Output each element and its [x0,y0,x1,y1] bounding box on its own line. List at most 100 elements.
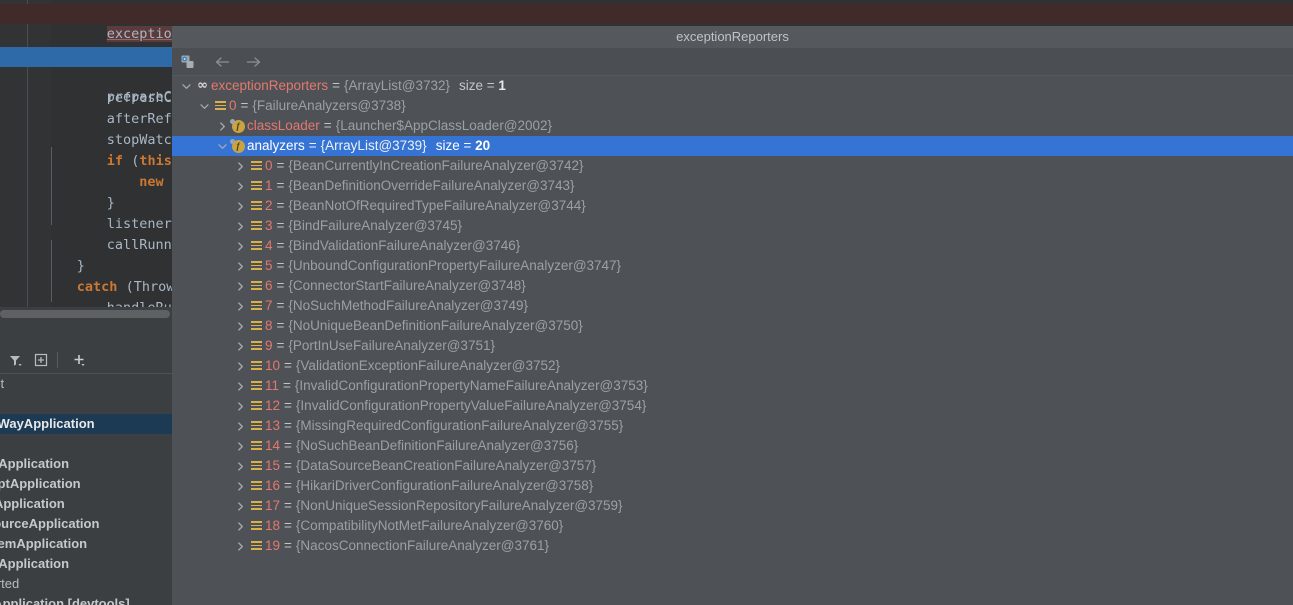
chevron-right-icon[interactable] [234,476,247,496]
chevron-down-icon[interactable] [216,136,229,156]
services-run-list-item[interactable]: ng [0,394,172,414]
variables-tree-row[interactable]: 19={NacosConnectionFailureAnalyzer@3761} [172,536,1293,556]
variables-tree-row[interactable]: 7={NoSuchMethodFailureAnalyzer@3749} [172,296,1293,316]
chevron-right-icon[interactable] [234,416,247,436]
variables-tree-row[interactable]: 11={InvalidConfigurationPropertyNameFail… [172,376,1293,396]
chevron-right-icon[interactable] [234,516,247,536]
services-run-list-item[interactable]: teWayApplication [0,414,172,434]
variables-tree-row[interactable]: 8={NoUniqueBeanDefinitionFailureAnalyzer… [172,316,1293,336]
variables-tree[interactable]: ∞exceptionReporters={ArrayList@3732}size… [172,76,1293,605]
variables-tree-row[interactable]: fclassLoader={Launcher$AppClassLoader@20… [172,116,1293,136]
services-run-list-item[interactable]: tarted [0,574,172,594]
services-run-list-item[interactable]: oot [0,374,172,394]
services-run-list-item[interactable]: eApplication [devtools] [0,594,172,605]
variable-value: {BeanDefinitionOverrideFailureAnalyzer@3… [288,176,574,196]
evaluate-expression-icon[interactable] [176,50,200,74]
size-value: 1 [495,78,506,93]
chevron-right-icon[interactable] [234,376,247,396]
variables-tree-row[interactable]: fanalyzers={ArrayList@3739}size = 20 [172,136,1293,156]
equals-sign: = [277,216,285,236]
chevron-right-icon[interactable] [234,336,247,356]
services-run-list[interactable]: ootngteWayApplicationedthApplicationuipt… [0,374,172,605]
variables-tree-row[interactable]: 17={NonUniqueSessionRepositoryFailureAna… [172,496,1293,516]
plus-icon[interactable] [68,349,90,371]
chevron-right-icon[interactable] [234,156,247,176]
arrow-right-icon[interactable] [241,50,265,74]
variable-name: 10 [265,356,280,376]
services-run-list-item[interactable]: ed [0,434,172,454]
chevron-right-icon[interactable] [234,176,247,196]
chevron-right-icon[interactable] [234,276,247,296]
add-window-icon[interactable] [30,349,52,371]
variable-value: {HikariDriverConfigurationFailureAnalyze… [296,476,593,496]
variables-tree-row[interactable]: 14={NoSuchBeanDefinitionFailureAnalyzer@… [172,436,1293,456]
variable-value: {NonUniqueSessionRepositoryFailureAnalyz… [296,496,623,516]
chevron-right-icon[interactable] [234,536,247,556]
chevron-right-icon[interactable] [234,456,247,476]
chevron-right-icon[interactable] [234,196,247,216]
services-run-list-item[interactable]: gApplication [0,494,172,514]
services-run-list-item[interactable]: stemApplication [0,534,172,554]
run-item-label: erApplication [0,554,69,574]
variable-name: 11 [265,376,279,396]
variable-value: {InvalidConfigurationPropertyNameFailure… [295,376,648,396]
row-type-icon [247,436,265,456]
arrow-left-icon[interactable] [210,50,234,74]
row-type-icon: f [229,136,247,156]
variables-tree-row[interactable]: 12={InvalidConfigurationPropertyValueFai… [172,396,1293,416]
equals-sign: = [277,156,285,176]
chevron-right-icon[interactable] [234,496,247,516]
variable-name: classLoader [247,116,320,136]
services-run-list-item[interactable]: erApplication [0,554,172,574]
filter-icon[interactable] [4,349,26,371]
chevron-right-icon[interactable] [234,356,247,376]
variables-tree-row[interactable]: 13={MissingRequiredConfigurationFailureA… [172,416,1293,436]
variables-tree-row[interactable]: 15={DataSourceBeanCreationFailureAnalyze… [172,456,1293,476]
row-type-icon [211,96,229,116]
variables-tree-row[interactable]: 1={BeanDefinitionOverrideFailureAnalyzer… [172,176,1293,196]
chevron-right-icon[interactable] [234,316,247,336]
variables-tree-row[interactable]: 5={UnboundConfigurationPropertyFailureAn… [172,256,1293,276]
variables-tree-row[interactable]: 3={BindFailureAnalyzer@3745} [172,216,1293,236]
variable-value: {NoUniqueBeanDefinitionFailureAnalyzer@3… [288,316,582,336]
row-type-icon [247,216,265,236]
variables-tree-row[interactable]: 0={BeanCurrentlyInCreationFailureAnalyze… [172,156,1293,176]
variables-tree-row[interactable]: 18={CompatibilityNotMetFailureAnalyzer@3… [172,516,1293,536]
equals-sign: = [277,316,285,336]
equals-sign: = [284,456,292,476]
variable-name: 6 [265,276,273,296]
variables-tree-row[interactable]: 4={BindValidationFailureAnalyzer@3746} [172,236,1293,256]
chevron-right-icon[interactable] [234,436,247,456]
chevron-right-icon[interactable] [234,396,247,416]
variables-tree-row[interactable]: ∞exceptionReporters={ArrayList@3732}size… [172,76,1293,96]
variables-tree-row[interactable]: 6={ConnectorStartFailureAnalyzer@3748} [172,276,1293,296]
chevron-down-icon[interactable] [180,76,193,96]
variables-tree-row[interactable]: 0={FailureAnalyzers@3738} [172,96,1293,116]
row-type-icon [247,456,265,476]
chevron-right-icon[interactable] [234,256,247,276]
services-run-list-item[interactable]: sourceApplication [0,514,172,534]
variable-value: {CompatibilityNotMetFailureAnalyzer@3760… [296,516,563,536]
equals-sign: = [277,176,285,196]
variable-name: 13 [265,416,280,436]
variables-tree-row[interactable]: 16={HikariDriverConfigurationFailureAnal… [172,476,1293,496]
list-icon [251,241,262,252]
variables-tree-row[interactable]: 10={ValidationExceptionFailureAnalyzer@3… [172,356,1293,376]
variable-name: 7 [265,296,273,316]
variables-tree-row[interactable]: 9={PortInUseFailureAnalyzer@3751} [172,336,1293,356]
services-run-list-item[interactable]: thApplication [0,454,172,474]
variable-name: 14 [265,436,280,456]
run-item-label: sourceApplication [0,514,99,534]
code-line-exception-reporters[interactable]: exceptionReporters = getSpringFactoriesI… [0,4,1293,24]
chevron-right-icon[interactable] [234,236,247,256]
chevron-right-icon[interactable] [234,216,247,236]
variable-name: 19 [265,536,280,556]
chevron-right-icon[interactable] [234,296,247,316]
services-run-list-item[interactable]: uiptApplication [0,474,172,494]
variable-name: 1 [265,176,273,196]
chevron-right-icon[interactable] [216,116,229,136]
variable-value: {NoSuchMethodFailureAnalyzer@3749} [288,296,528,316]
variables-tree-row[interactable]: 2={BeanNotOfRequiredTypeFailureAnalyzer@… [172,196,1293,216]
chevron-down-icon[interactable] [198,96,211,116]
editor-scrollbar-thumb[interactable] [0,310,170,318]
